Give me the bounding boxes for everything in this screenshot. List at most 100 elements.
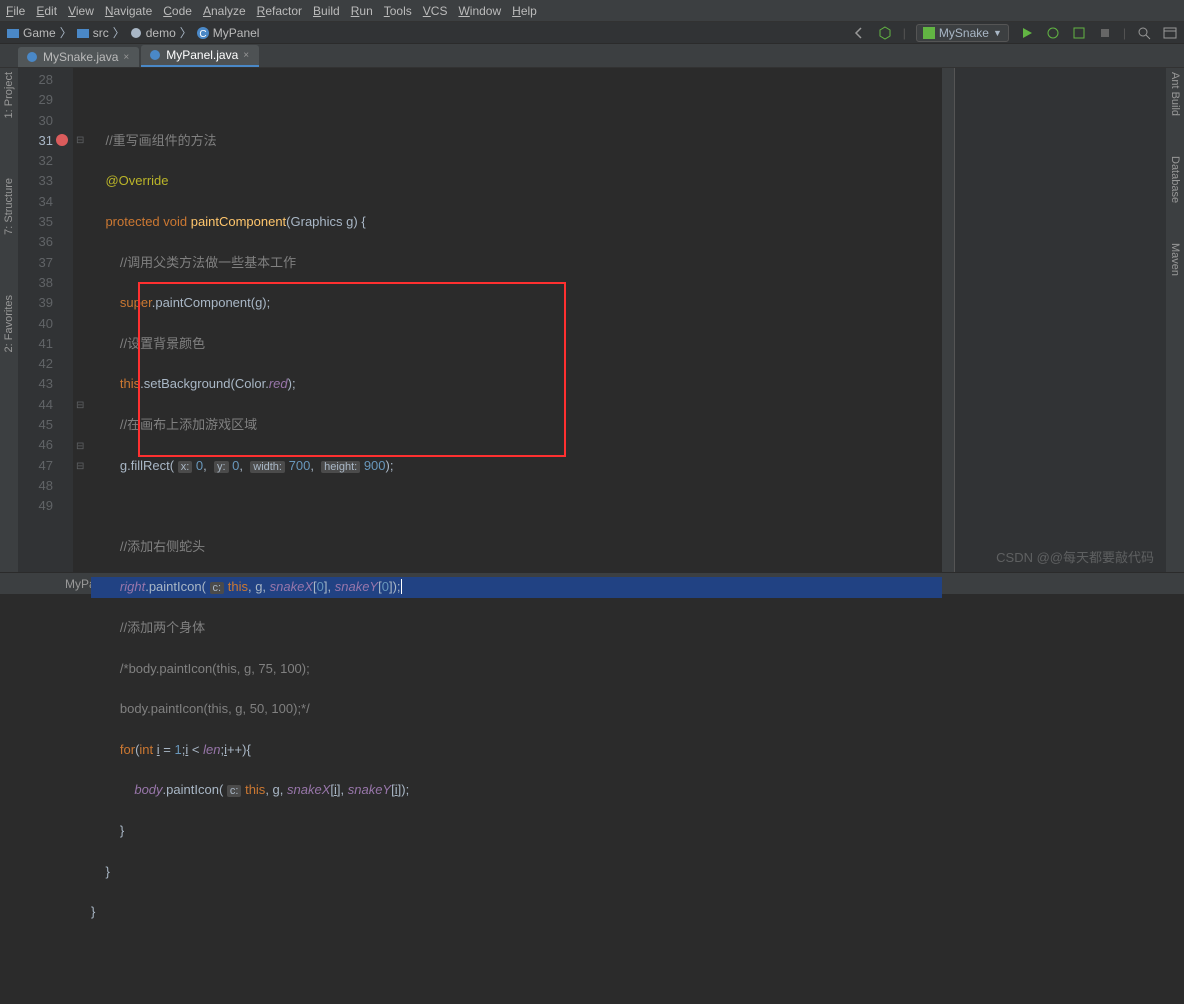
line-number[interactable]: 45 <box>18 415 53 435</box>
comment: //设置背景颜色 <box>120 336 205 351</box>
tab-label: MySnake.java <box>43 50 118 64</box>
tool-maven[interactable]: Maven <box>1169 243 1181 276</box>
line-number[interactable]: 44 <box>18 395 53 415</box>
param: g <box>346 214 353 229</box>
menu-tools[interactable]: Tools <box>384 4 412 18</box>
crumb-class[interactable]: C MyPanel <box>196 26 260 40</box>
menu-code[interactable]: Code <box>163 4 192 18</box>
line-number[interactable]: 34 <box>18 192 53 212</box>
class-icon <box>149 49 161 61</box>
run-button[interactable] <box>1019 25 1035 41</box>
tool-project[interactable]: 1: Project <box>3 72 15 118</box>
line-number[interactable]: 39 <box>18 293 53 313</box>
close-icon[interactable]: × <box>243 50 249 61</box>
folder-icon <box>6 26 20 40</box>
comment: body.paintIcon(this, g, 50, 100);*/ <box>120 701 310 716</box>
scrollbar[interactable] <box>942 68 954 572</box>
hint: height: <box>321 461 360 473</box>
stop-button[interactable] <box>1097 25 1113 41</box>
line-number[interactable]: 46 <box>18 435 53 455</box>
line-number[interactable]: 35 <box>18 212 53 232</box>
tool-structure[interactable]: 7: Structure <box>3 178 15 235</box>
build-icon[interactable] <box>877 25 893 41</box>
search-icon[interactable] <box>1136 25 1152 41</box>
line-number[interactable]: 30 <box>18 111 53 131</box>
menu-vcs[interactable]: VCS <box>423 4 448 18</box>
comment: //添加两个身体 <box>120 620 205 635</box>
crumb-project[interactable]: Game <box>6 26 56 40</box>
line-number[interactable]: 28 <box>18 70 53 90</box>
line-number[interactable]: 29 <box>18 90 53 110</box>
comment: //调用父类方法做一些基本工作 <box>120 255 296 270</box>
watermark: CSDN @@每天都要敲代码 <box>996 547 1154 566</box>
var: i <box>157 742 160 757</box>
num: 0 <box>382 579 389 594</box>
line-number[interactable]: 49 <box>18 496 53 516</box>
menu-help[interactable]: Help <box>512 4 537 18</box>
type: Graphics <box>291 214 343 229</box>
crumb-label: Game <box>23 26 56 40</box>
fold-icon[interactable]: ⊟ <box>76 437 84 457</box>
toolbar-right: | MySnake ▼ | <box>851 24 1178 42</box>
fold-icon[interactable]: ⊟ <box>76 396 84 416</box>
line-number[interactable]: 48 <box>18 476 53 496</box>
tab-mypanel[interactable]: MyPanel.java × <box>141 45 259 67</box>
menu-run[interactable]: Run <box>351 4 373 18</box>
menu-build[interactable]: Build <box>313 4 340 18</box>
crumb-label: demo <box>146 26 176 40</box>
hint: c: <box>227 785 242 797</box>
crumb-sep: 〉 <box>180 24 192 41</box>
debug-button[interactable] <box>1045 25 1061 41</box>
line-number[interactable]: 31 <box>18 131 53 151</box>
tool-favorites[interactable]: 2: Favorites <box>3 295 15 352</box>
type: Color <box>235 376 265 391</box>
tool-ant[interactable]: Ant Build <box>1169 72 1181 116</box>
crumb-src[interactable]: src <box>76 26 109 40</box>
line-number[interactable]: 33 <box>18 171 53 191</box>
close-icon[interactable]: × <box>123 52 129 63</box>
line-number[interactable]: 32 <box>18 151 53 171</box>
coverage-button[interactable] <box>1071 25 1087 41</box>
sidebar-toggle-icon[interactable] <box>1162 25 1178 41</box>
code-area[interactable]: //重写画组件的方法 @Override protected void pain… <box>73 68 942 572</box>
line-number[interactable]: 38 <box>18 273 53 293</box>
chevron-down-icon: ▼ <box>993 28 1002 38</box>
line-number[interactable]: 42 <box>18 354 53 374</box>
gutter[interactable]: 28 29 30 31 32 33 34 35 36 37 38 39 40 4… <box>18 68 73 572</box>
menu-window[interactable]: Window <box>458 4 501 18</box>
nav-back-icon[interactable] <box>851 25 867 41</box>
kw: this <box>245 782 265 797</box>
menu-view[interactable]: View <box>68 4 94 18</box>
tab-mysnake[interactable]: MySnake.java × <box>18 47 139 67</box>
fold-icon[interactable]: ⊟ <box>76 131 84 151</box>
method: paintComponent <box>191 214 286 229</box>
menu-edit[interactable]: Edit <box>36 4 57 18</box>
num: 700 <box>289 458 311 473</box>
crumb-label: MyPanel <box>213 26 260 40</box>
tool-database[interactable]: Database <box>1169 156 1181 203</box>
menu-navigate[interactable]: Navigate <box>105 4 152 18</box>
annotation: @Override <box>105 173 168 188</box>
line-number[interactable]: 40 <box>18 314 53 334</box>
left-stripe: 1: Project 7: Structure 2: Favorites <box>0 68 18 572</box>
tab-label: MyPanel.java <box>166 48 238 62</box>
run-config-selector[interactable]: MySnake ▼ <box>916 24 1009 42</box>
line-number[interactable]: 41 <box>18 334 53 354</box>
fold-icon[interactable]: ⊟ <box>76 457 84 477</box>
field: red <box>269 376 288 391</box>
line-number[interactable]: 37 <box>18 253 53 273</box>
line-number[interactable]: 47 <box>18 456 53 476</box>
current-line: right.paintIcon( c: this, g, snakeX[0], … <box>91 577 942 597</box>
navbar: Game 〉 src 〉 demo 〉 C MyPanel | MySnake … <box>0 22 1184 44</box>
line-number[interactable]: 36 <box>18 232 53 252</box>
line-number[interactable]: 43 <box>18 374 53 394</box>
menu-file[interactable]: File <box>6 4 25 18</box>
code-editor[interactable]: 28 29 30 31 32 33 34 35 36 37 38 39 40 4… <box>18 68 942 572</box>
kw: this <box>120 376 140 391</box>
var: i <box>224 742 227 757</box>
menu-refactor[interactable]: Refactor <box>257 4 302 18</box>
method: paintComponent <box>155 295 250 310</box>
num: 0 <box>317 579 324 594</box>
crumb-pkg[interactable]: demo <box>129 26 176 40</box>
menu-analyze[interactable]: Analyze <box>203 4 246 18</box>
